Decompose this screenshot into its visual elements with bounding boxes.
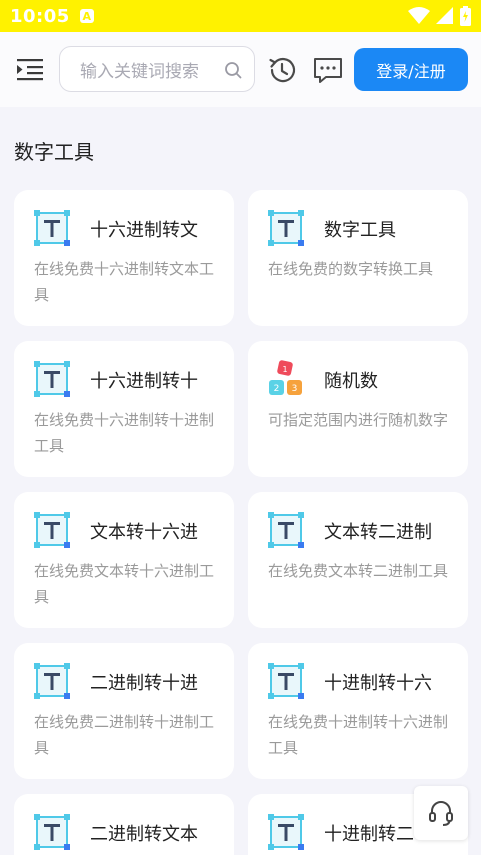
card-title: 十进制转十六 — [324, 673, 432, 694]
dice-blocks-icon: 1 2 3 — [267, 360, 305, 398]
card-title: 二进制转文本 — [90, 824, 198, 845]
t-text-icon — [33, 511, 71, 549]
card-desc: 在线免费文本转二进制工具 — [268, 562, 449, 580]
card-title: 十六进制转文 — [90, 220, 198, 241]
tool-card[interactable]: 十进制转十六 在线免费十进制转十六进制工具 — [248, 643, 468, 779]
svg-text:1: 1 — [282, 365, 287, 374]
tool-card[interactable]: 二进制转文本 — [14, 794, 234, 855]
t-text-icon — [33, 662, 71, 700]
t-text-icon — [33, 209, 71, 247]
tool-card[interactable]: 1 2 3 随机数 可指定范围内进行随机数字 — [248, 341, 468, 477]
tool-card[interactable]: 二进制转十进 在线免费二进制转十进制工具 — [14, 643, 234, 779]
card-title: 文本转十六进 — [90, 522, 198, 543]
svg-text:3: 3 — [292, 384, 298, 394]
card-title: 二进制转十进 — [90, 673, 198, 694]
svg-text:2: 2 — [274, 384, 280, 394]
card-title: 数字工具 — [324, 220, 396, 241]
tool-card[interactable]: 十六进制转十 在线免费十六进制转十进制工具 — [14, 341, 234, 477]
tool-card[interactable]: 文本转二进制 在线免费文本转二进制工具 — [248, 492, 468, 628]
card-title: 十六进制转十 — [90, 371, 198, 392]
card-title: 随机数 — [324, 371, 378, 392]
card-title: 文本转二进制 — [324, 522, 432, 543]
card-desc: 在线免费十进制转十六进制工具 — [268, 713, 449, 757]
card-desc: 在线免费文本转十六进制工具 — [34, 562, 215, 606]
tool-card[interactable]: 数字工具 在线免费的数字转换工具 — [248, 190, 468, 326]
tool-card[interactable]: 文本转十六进 在线免费文本转十六进制工具 — [14, 492, 234, 628]
t-text-icon — [267, 813, 305, 851]
t-text-icon — [33, 813, 71, 851]
t-text-icon — [267, 209, 305, 247]
card-desc: 可指定范围内进行随机数字 — [268, 411, 449, 429]
t-text-icon — [267, 662, 305, 700]
card-desc: 在线免费十六进制转文本工具 — [34, 260, 215, 304]
card-desc: 在线免费十六进制转十进制工具 — [34, 411, 215, 455]
headset-icon — [429, 801, 453, 826]
card-desc: 在线免费的数字转换工具 — [268, 260, 434, 278]
tool-grid: 十六进制转文 在线免费十六进制转文本工具 数字工具 在线免费的数字转换工具 十六… — [0, 0, 481, 855]
t-text-icon — [33, 360, 71, 398]
card-desc: 在线免费二进制转十进制工具 — [34, 713, 215, 757]
t-text-icon — [267, 511, 305, 549]
tool-card[interactable]: 十六进制转文 在线免费十六进制转文本工具 — [14, 190, 234, 326]
customer-support-button[interactable] — [414, 786, 468, 840]
